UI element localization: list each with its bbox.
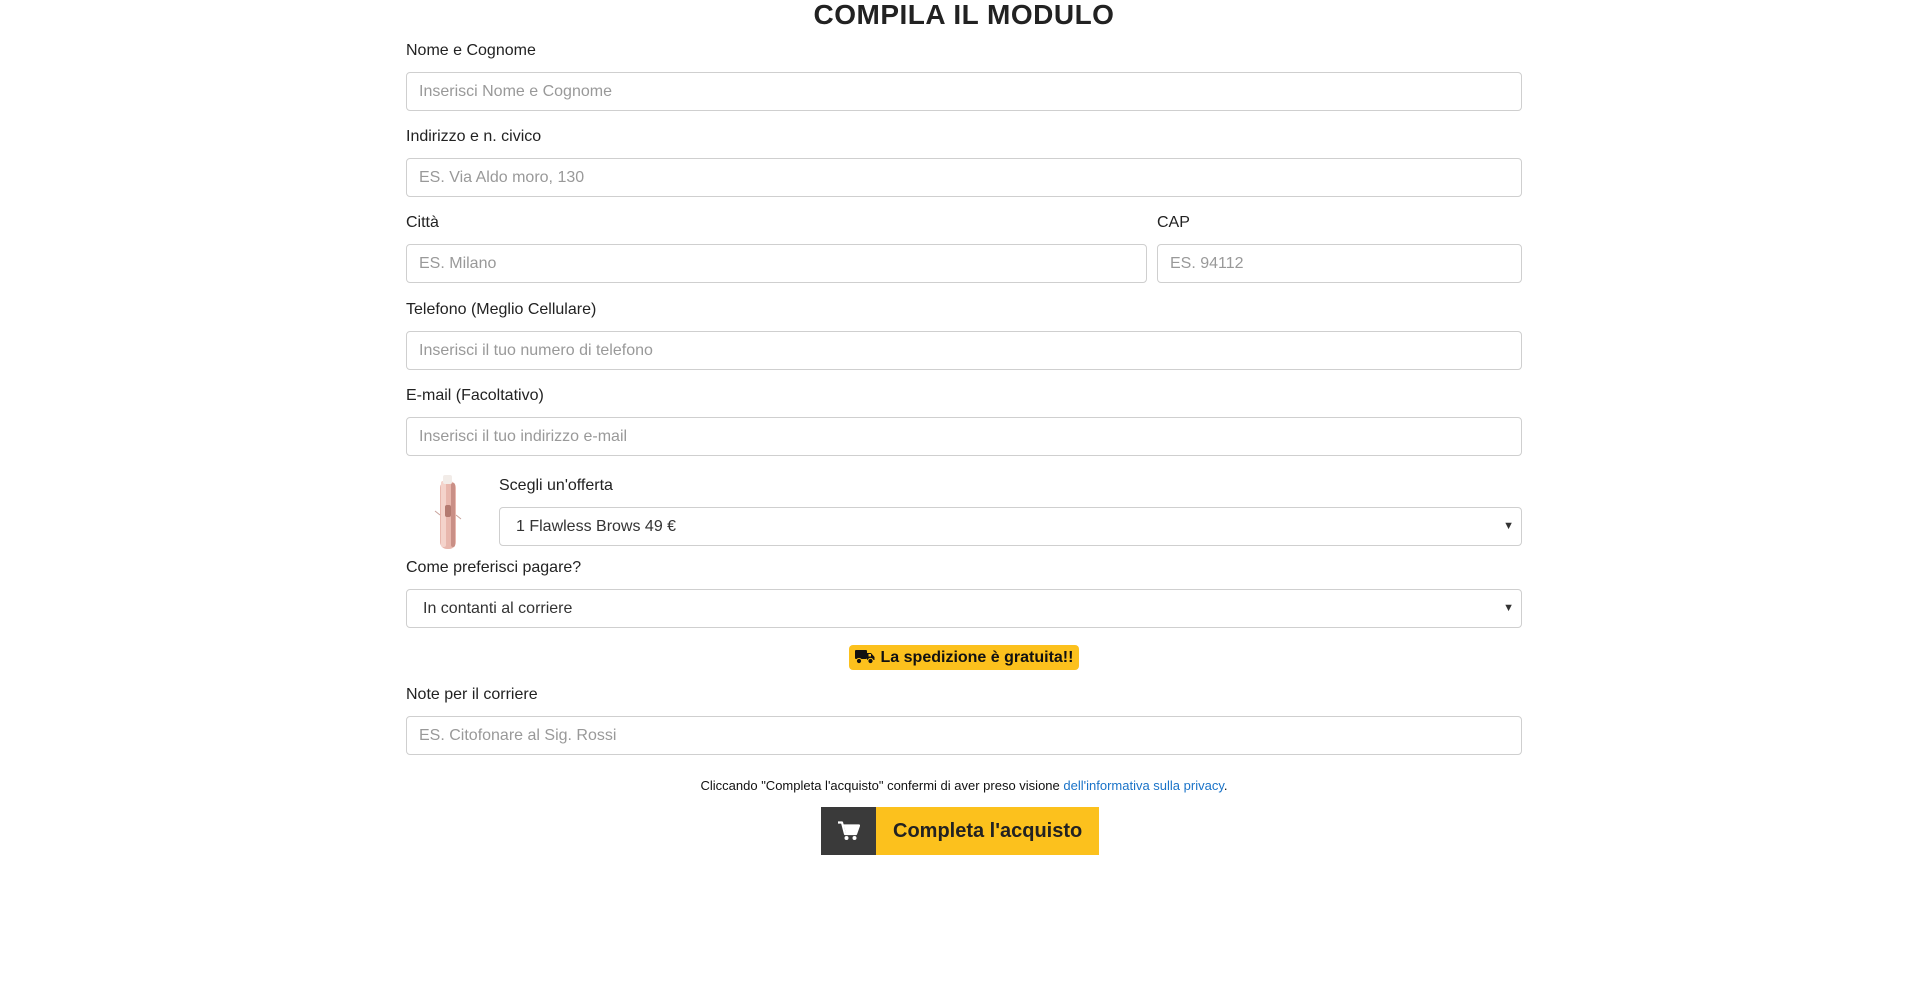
phone-group: Telefono (Meglio Cellulare) (406, 301, 1522, 370)
cap-label: CAP (1157, 214, 1190, 231)
offer-group: Scegli un'offerta 1 Flawless Brows 49 € … (406, 473, 1522, 553)
phone-label: Telefono (Meglio Cellulare) (406, 301, 597, 318)
product-image (434, 475, 462, 549)
cta-icon-box (821, 807, 876, 855)
email-group: E-mail (Facoltativo) (406, 387, 1522, 456)
address-label: Indirizzo e n. civico (406, 128, 542, 145)
truck-icon (854, 650, 875, 665)
name-group: Nome e Cognome (406, 42, 1522, 111)
name-label: Nome e Cognome (406, 42, 536, 59)
city-group: Città (406, 214, 1147, 283)
shopping-cart-icon (837, 821, 860, 840)
form-title: COMPILA IL MODULO (813, 0, 1115, 30)
email-label: E-mail (Facoltativo) (406, 387, 544, 404)
caret-down-icon: ▼ (1503, 520, 1514, 532)
payment-select[interactable]: In contanti al corriere (406, 589, 1522, 628)
city-input[interactable] (406, 244, 1147, 283)
address-group: Indirizzo e n. civico (406, 128, 1522, 197)
shipping-badge: La spedizione è gratuita!! (848, 645, 1080, 670)
payment-select-wrap: In contanti al corriere ▼ (406, 589, 1522, 628)
privacy-link[interactable]: dell'informativa sulla privacy (1063, 778, 1223, 793)
notes-input[interactable] (406, 716, 1522, 755)
privacy-end: . (1223, 778, 1228, 793)
offer-select-wrap: 1 Flawless Brows 49 € ▼ (499, 507, 1522, 546)
complete-purchase-button[interactable]: Completa l'acquisto (821, 807, 1100, 855)
offer-field: Scegli un'offerta 1 Flawless Brows 49 € … (499, 473, 1522, 546)
cap-input[interactable] (1157, 244, 1522, 283)
complete-purchase-label: Completa l'acquisto (876, 807, 1100, 855)
cap-group: CAP (1157, 214, 1522, 283)
name-input[interactable] (406, 72, 1522, 111)
notes-group: Note per il corriere (406, 686, 1522, 755)
caret-down-icon: ▼ (1503, 602, 1514, 614)
phone-input[interactable] (406, 331, 1522, 370)
shipping-badge-text: La spedizione è gratuita!! (880, 649, 1074, 666)
address-input[interactable] (406, 158, 1522, 197)
offer-select[interactable]: 1 Flawless Brows 49 € (499, 507, 1522, 546)
city-label: Città (406, 214, 439, 231)
shipping-badge-row: La spedizione è gratuita!! (406, 645, 1522, 670)
payment-group: Come preferisci pagare? In contanti al c… (406, 559, 1522, 628)
privacy-notice: Cliccando "Completa l'acquisto" confermi… (406, 778, 1522, 793)
offer-label: Scegli un'offerta (499, 477, 613, 494)
email-input[interactable] (406, 417, 1522, 456)
payment-label: Come preferisci pagare? (406, 559, 582, 576)
order-form: COMPILA IL MODULO Nome e Cognome Indiriz… (406, 0, 1522, 855)
order-page: COMPILA IL MODULO Nome e Cognome Indiriz… (0, 0, 1920, 1000)
notes-label: Note per il corriere (406, 686, 538, 703)
privacy-text: Cliccando "Completa l'acquisto" confermi… (700, 778, 1064, 793)
